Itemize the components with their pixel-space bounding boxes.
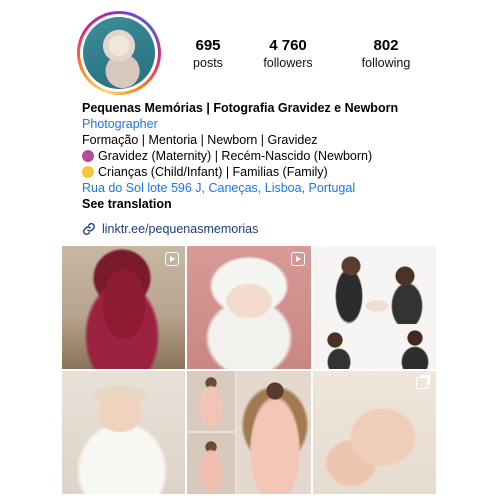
post-baby-white-wrap[interactable] xyxy=(62,371,185,494)
profile-avatar[interactable] xyxy=(77,11,161,95)
following-count: 802 xyxy=(373,37,399,54)
profile-link-text: linktr.ee/pequenasmemorias xyxy=(102,222,259,236)
link-icon xyxy=(83,223,95,235)
child-emoji-icon xyxy=(82,166,94,178)
bio-line-3-text: Crianças (Child/Infant) | Familias (Fami… xyxy=(98,165,328,179)
post-newborn-white-bonnet[interactable] xyxy=(187,246,311,369)
posts-grid xyxy=(62,246,436,494)
posts-count: 695 xyxy=(195,37,221,54)
post-family-collage[interactable] xyxy=(313,246,436,369)
profile-category[interactable]: Photographer xyxy=(82,116,482,132)
bio-line-2-text: Gravidez (Maternity) | Recém-Nascido (Ne… xyxy=(98,149,373,163)
stat-following[interactable]: 802 following xyxy=(346,37,426,71)
pregnant-emoji-icon xyxy=(82,150,94,162)
carousel-icon xyxy=(416,377,428,389)
see-translation-button[interactable]: See translation xyxy=(82,196,482,212)
followers-count: 4 760 xyxy=(269,37,307,54)
reel-icon xyxy=(291,252,305,266)
profile-name: Pequenas Memórias | Fotografia Gravidez … xyxy=(82,101,399,115)
posts-label: posts xyxy=(193,56,223,70)
stat-posts[interactable]: 695 posts xyxy=(168,37,248,71)
reel-icon xyxy=(165,252,179,266)
profile-stats: 695 posts 4 760 followers 802 following xyxy=(168,37,410,71)
post-sleeping-newborn[interactable] xyxy=(313,371,436,494)
bio-line-2: Gravidez (Maternity) | Recém-Nascido (Ne… xyxy=(82,148,482,164)
profile-bio: Pequenas Memórias | Fotografia Gravidez … xyxy=(82,100,482,212)
post-maternity-collage[interactable] xyxy=(187,371,311,494)
profile-link[interactable]: linktr.ee/pequenasmemorias xyxy=(82,222,258,236)
followers-label: followers xyxy=(263,56,313,70)
post-maternity-red-dress[interactable] xyxy=(62,246,185,369)
profile-address[interactable]: Rua do Sol lote 596 J, Caneças, Lisboa, … xyxy=(82,180,482,196)
following-label: following xyxy=(361,56,411,70)
stat-followers[interactable]: 4 760 followers xyxy=(248,37,328,71)
bio-line-1: Formação | Mentoria | Newborn | Gravidez xyxy=(82,133,318,147)
bio-line-3: Crianças (Child/Infant) | Familias (Fami… xyxy=(82,164,482,180)
avatar-image xyxy=(83,17,155,89)
